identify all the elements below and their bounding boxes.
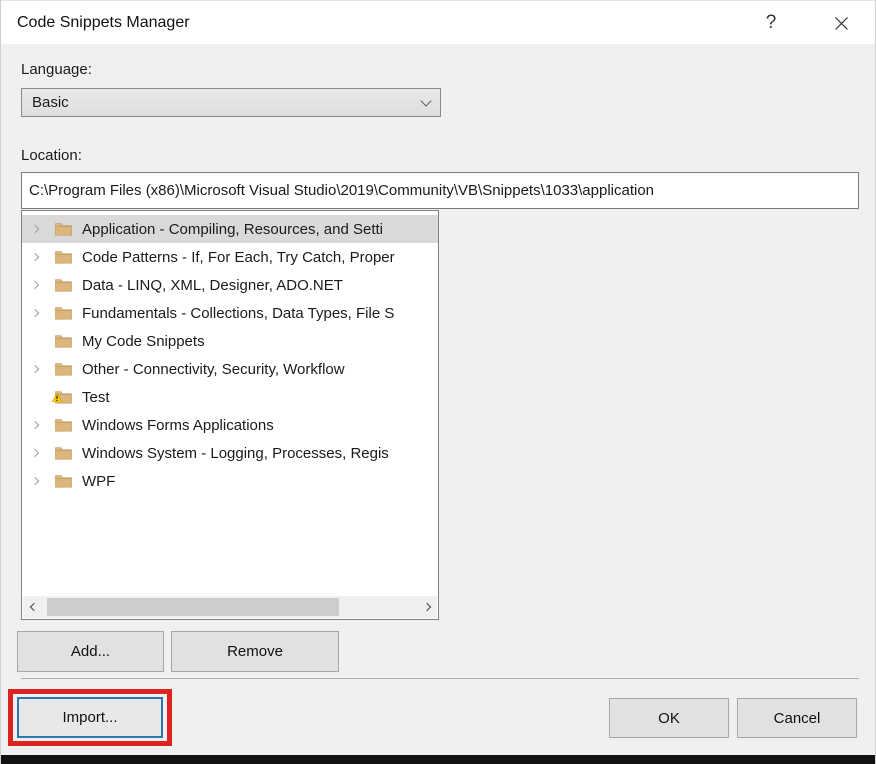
folder-icon <box>55 306 72 320</box>
expand-button[interactable] <box>29 282 41 288</box>
expand-button[interactable] <box>29 226 41 232</box>
expand-button[interactable] <box>29 478 41 484</box>
tree-item[interactable]: Data - LINQ, XML, Designer, ADO.NET <box>22 271 438 299</box>
folder-icon <box>55 278 72 292</box>
add-button[interactable]: Add... <box>17 631 164 672</box>
location-path-field[interactable]: C:\Program Files (x86)\Microsoft Visual … <box>21 172 859 209</box>
titlebar: Code Snippets Manager ? <box>1 0 875 44</box>
horizontal-scrollbar[interactable] <box>23 596 437 618</box>
tree-item[interactable]: Fundamentals - Collections, Data Types, … <box>22 299 438 327</box>
warning-icon <box>52 389 62 407</box>
chevron-right-icon <box>31 365 39 373</box>
tree-item-label: Code Patterns - If, For Each, Try Catch,… <box>82 249 395 266</box>
folder-icon <box>55 474 72 488</box>
language-dropdown-value: Basic <box>32 94 422 111</box>
tree-item-label: WPF <box>82 473 115 490</box>
add-button-label: Add... <box>71 643 110 660</box>
folder-icon <box>55 250 72 264</box>
close-icon <box>834 16 849 31</box>
tree-item-label: Other - Connectivity, Security, Workflow <box>82 361 345 378</box>
tree-item-label: Application - Compiling, Resources, and … <box>82 221 383 238</box>
expand-button[interactable] <box>29 310 41 316</box>
remove-button[interactable]: Remove <box>171 631 339 672</box>
chevron-right-icon <box>31 477 39 485</box>
folder-icon <box>55 418 72 432</box>
expand-button[interactable] <box>29 338 41 344</box>
import-button[interactable]: Import... <box>17 697 163 738</box>
cancel-button[interactable]: Cancel <box>737 698 857 738</box>
tree-item[interactable]: WPF <box>22 467 438 495</box>
scrollbar-thumb[interactable] <box>47 598 339 616</box>
tree-item[interactable]: Other - Connectivity, Security, Workflow <box>22 355 438 383</box>
scroll-left-icon <box>29 603 37 611</box>
import-button-label: Import... <box>62 709 117 726</box>
expand-button[interactable] <box>29 254 41 260</box>
chevron-right-icon <box>31 421 39 429</box>
folder-icon <box>55 222 72 236</box>
folder-icon <box>55 446 72 460</box>
tree-rows: Application - Compiling, Resources, and … <box>22 215 438 495</box>
tree-item-label: Data - LINQ, XML, Designer, ADO.NET <box>82 277 343 294</box>
ok-button[interactable]: OK <box>609 698 729 738</box>
footer-divider <box>21 678 859 679</box>
snippet-folder-tree: Application - Compiling, Resources, and … <box>21 210 439 620</box>
chevron-right-icon <box>31 309 39 317</box>
tree-item[interactable]: Windows Forms Applications <box>22 411 438 439</box>
chevron-right-icon <box>31 281 39 289</box>
folder-icon <box>55 390 72 404</box>
tree-item[interactable]: Application - Compiling, Resources, and … <box>22 215 438 243</box>
folder-icon <box>55 362 72 376</box>
code-snippets-manager-dialog: Code Snippets Manager ? Language: Basic … <box>0 0 876 764</box>
language-dropdown[interactable]: Basic <box>21 88 441 117</box>
expand-button[interactable] <box>29 394 41 400</box>
tree-item[interactable]: My Code Snippets <box>22 327 438 355</box>
chevron-down-icon <box>420 95 431 106</box>
tree-item[interactable]: Test <box>22 383 438 411</box>
chevron-right-icon <box>31 225 39 233</box>
folder-icon <box>55 334 72 348</box>
language-label: Language: <box>21 61 92 78</box>
chevron-right-icon <box>31 253 39 261</box>
ok-button-label: OK <box>658 710 680 727</box>
screen-edge-strip <box>1 755 875 764</box>
expand-button[interactable] <box>29 366 41 372</box>
help-icon: ? <box>766 12 777 34</box>
close-button[interactable] <box>821 1 861 45</box>
dialog-title: Code Snippets Manager <box>17 1 190 45</box>
location-path-value: C:\Program Files (x86)\Microsoft Visual … <box>29 182 654 199</box>
scroll-right-icon <box>422 603 430 611</box>
location-label: Location: <box>21 147 82 164</box>
scroll-right-button[interactable] <box>416 596 437 618</box>
expand-button[interactable] <box>29 422 41 428</box>
tree-item-label: Fundamentals - Collections, Data Types, … <box>82 305 394 322</box>
tree-item-label: Windows System - Logging, Processes, Reg… <box>82 445 389 462</box>
cancel-button-label: Cancel <box>774 710 821 727</box>
scrollbar-track[interactable] <box>44 596 416 618</box>
tree-item[interactable]: Windows System - Logging, Processes, Reg… <box>22 439 438 467</box>
remove-button-label: Remove <box>227 643 283 660</box>
tree-item-label: My Code Snippets <box>82 333 205 350</box>
scroll-left-button[interactable] <box>23 596 44 618</box>
chevron-right-icon <box>31 449 39 457</box>
tree-item-label: Windows Forms Applications <box>82 417 274 434</box>
tree-item[interactable]: Code Patterns - If, For Each, Try Catch,… <box>22 243 438 271</box>
expand-button[interactable] <box>29 450 41 456</box>
help-button[interactable]: ? <box>751 1 791 45</box>
tree-item-label: Test <box>82 389 110 406</box>
